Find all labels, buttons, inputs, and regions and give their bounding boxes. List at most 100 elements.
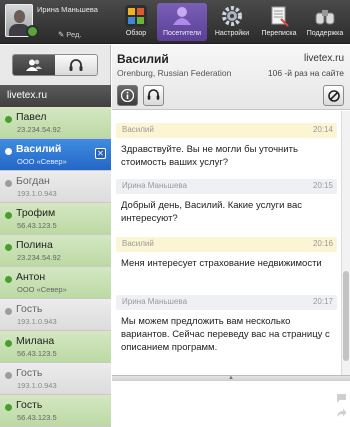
client-name: Полина bbox=[16, 239, 53, 251]
client-status-dot bbox=[5, 372, 12, 379]
pencil-icon: ✎ bbox=[58, 30, 65, 39]
client-detail: 193.1.0.943 bbox=[17, 381, 57, 390]
client-item[interactable]: Павел 23.234.54.92 bbox=[0, 107, 111, 139]
client-status-dot bbox=[5, 308, 12, 315]
binoculars-icon bbox=[315, 10, 335, 25]
sidebar-mode-toggle bbox=[12, 54, 98, 76]
toolbar-visitors-button[interactable]: Посетители bbox=[157, 3, 207, 41]
message-author: Василий bbox=[122, 239, 154, 248]
ban-visitor-button[interactable] bbox=[323, 85, 344, 106]
message-header: Василий 20:16 bbox=[116, 237, 337, 252]
client-status-dot bbox=[5, 116, 12, 123]
chat-message: Василий 20:14 Здравствуйте. Вы не могли бы… bbox=[112, 123, 341, 169]
client-status-dot bbox=[5, 148, 12, 155]
scrollbar-thumb[interactable] bbox=[343, 271, 349, 361]
chat-message: Ирина Маньшева 20:17 Мы можем предложить в… bbox=[112, 295, 341, 354]
agent-name: Ирина Маньшева bbox=[37, 5, 98, 14]
client-item[interactable]: Богдан 193.1.0.943 bbox=[0, 171, 111, 203]
client-name: Милана bbox=[16, 335, 55, 347]
client-name: Богдан bbox=[16, 175, 50, 187]
client-detail: ООО «Север» bbox=[17, 285, 67, 294]
message-author: Василий bbox=[122, 125, 154, 134]
clients-sidebar: livetex.ru Павел 23.234.54.92 Василий ООО «… bbox=[0, 45, 111, 427]
edit-label: Ред. bbox=[66, 30, 82, 39]
client-item[interactable]: Антон ООО «Север» bbox=[0, 267, 111, 299]
toolbar-correspondence-button[interactable]: Переписка bbox=[257, 3, 301, 41]
client-detail: 56.43.123.5 bbox=[17, 413, 57, 422]
message-time: 20:15 bbox=[312, 181, 333, 190]
client-status-dot bbox=[5, 404, 12, 411]
message-composer bbox=[112, 381, 350, 427]
visitor-site: livetex.ru bbox=[303, 53, 344, 64]
client-name: Василий bbox=[16, 143, 62, 155]
message-input[interactable] bbox=[112, 381, 332, 427]
message-header: Василий 20:14 bbox=[116, 123, 337, 138]
gear-icon bbox=[222, 6, 242, 26]
users-icon bbox=[26, 59, 42, 71]
agent-status-online-icon[interactable] bbox=[26, 25, 39, 38]
client-detail: 56.43.123.5 bbox=[17, 221, 57, 230]
ban-icon bbox=[327, 89, 340, 102]
client-name: Гость bbox=[16, 399, 43, 411]
message-time: 20:17 bbox=[312, 297, 333, 306]
edit-profile-link[interactable]: ✎ Ред. bbox=[58, 30, 81, 39]
client-detail: 56.43.123.5 bbox=[17, 349, 57, 358]
client-item[interactable]: Трофим 56.43.123.5 bbox=[0, 203, 111, 235]
message-text: Здравствуйте. Вы не могли бы уточнить ст… bbox=[121, 144, 298, 168]
close-chat-icon[interactable]: ✕ bbox=[95, 148, 106, 159]
message-header: Ирина Маньшева 20:17 bbox=[116, 295, 337, 310]
clients-list: Павел 23.234.54.92 Василий ООО «Север» ✕ Богд… bbox=[0, 107, 111, 427]
message-header: Ирина Маньшева 20:15 bbox=[116, 179, 337, 194]
client-status-dot bbox=[5, 340, 12, 347]
client-item[interactable]: Гость 193.1.0.943 bbox=[0, 363, 111, 395]
transfer-chat-button[interactable] bbox=[143, 85, 164, 106]
client-status-dot bbox=[5, 212, 12, 219]
message-text: Добрый день, Василий. Какие услуги вас и… bbox=[121, 200, 303, 224]
client-item[interactable]: Гость 56.43.123.5 bbox=[0, 395, 111, 427]
client-detail: 23.234.54.92 bbox=[17, 125, 61, 134]
client-item[interactable]: Василий ООО «Север» ✕ bbox=[0, 139, 111, 171]
visitors-icon bbox=[173, 7, 191, 25]
client-name: Павел bbox=[16, 111, 47, 123]
chat-header: Василий livetex.ru Orenburg, Russian Fed… bbox=[112, 45, 350, 110]
top-toolbar: Ирина Маньшева ✎ Ред. Обзор Посетители На… bbox=[0, 0, 350, 44]
headset-transfer-icon bbox=[147, 89, 160, 100]
visitor-info-button[interactable] bbox=[117, 85, 138, 106]
toolbar-settings-button[interactable]: Настройки bbox=[211, 3, 253, 41]
client-name: Антон bbox=[16, 271, 46, 283]
visit-count: 106 -й раз на сайте bbox=[267, 68, 344, 78]
visitor-name: Василий bbox=[117, 52, 169, 66]
chat-message: Ирина Маньшева 20:15 Добрый день, Василий.… bbox=[112, 179, 341, 225]
client-name: Трофим bbox=[16, 207, 56, 219]
tab-operators[interactable] bbox=[55, 55, 97, 75]
message-author: Ирина Маньшева bbox=[122, 181, 188, 190]
client-item[interactable]: Гость 193.1.0.943 bbox=[0, 299, 111, 331]
message-time: 20:16 bbox=[312, 239, 333, 248]
info-icon bbox=[121, 89, 134, 102]
toolbar-overview-label: Обзор bbox=[125, 30, 147, 37]
client-item[interactable]: Полина 23.234.54.92 bbox=[0, 235, 111, 267]
message-text: Меня интересует страхование недвижимости bbox=[121, 258, 322, 269]
send-arrow-icon[interactable] bbox=[336, 408, 347, 418]
chat-bubble-icon[interactable] bbox=[336, 393, 347, 403]
client-item[interactable]: Милана 56.43.123.5 bbox=[0, 331, 111, 363]
client-name: Гость bbox=[16, 367, 43, 379]
message-author: Ирина Маньшева bbox=[122, 297, 188, 306]
chat-messages: Василий 20:14 Здравствуйте. Вы не могли бы… bbox=[112, 111, 341, 375]
toolbar-settings-label: Настройки bbox=[214, 30, 250, 37]
toolbar-visitors-label: Посетители bbox=[163, 30, 201, 37]
client-detail: 193.1.0.943 bbox=[17, 189, 57, 198]
agent-panel: Ирина Маньшева ✎ Ред. bbox=[0, 0, 113, 44]
toolbar-support-label: Поддержка bbox=[306, 30, 344, 37]
overview-grid-icon bbox=[125, 5, 147, 27]
client-name: Гость bbox=[16, 303, 43, 315]
chat-message: Василий 20:16 Меня интересует страхование … bbox=[112, 237, 341, 270]
toolbar-support-button[interactable]: Поддержка bbox=[303, 3, 347, 41]
toolbar-overview-button[interactable]: Обзор bbox=[119, 3, 153, 41]
client-detail: ООО «Север» bbox=[17, 157, 67, 166]
tab-visitors[interactable] bbox=[13, 55, 55, 75]
toolbar-correspondence-label: Переписка bbox=[261, 30, 297, 37]
message-text: Мы можем предложить вам несколько вариан… bbox=[121, 316, 330, 353]
message-time: 20:14 bbox=[312, 125, 333, 134]
messages-scrollbar[interactable] bbox=[341, 111, 350, 375]
